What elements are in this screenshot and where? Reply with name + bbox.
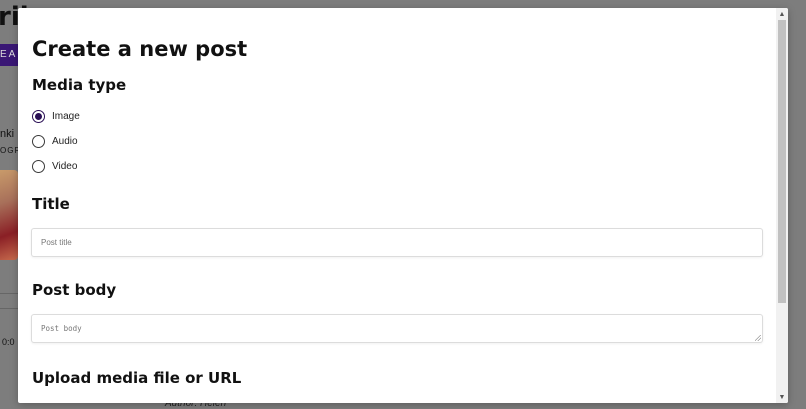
scroll-up-icon[interactable]: ▲ [776,8,788,20]
background-divider [0,308,18,309]
scrollbar-thumb[interactable] [778,20,786,303]
media-type-heading: Media type [32,76,127,94]
background-button: EAM [0,44,20,66]
upload-media-heading: Upload media file or URL [32,369,242,387]
scroll-down-icon[interactable]: ▼ [776,391,788,403]
background-card-title: nki [0,128,15,140]
post-body-placeholder: Post body [41,324,82,333]
modal-content: Create a new post Media type Image Audio… [18,8,776,403]
radio-button-audio[interactable] [32,135,45,148]
background-divider [0,293,18,294]
radio-button-image[interactable] [32,110,45,123]
modal-title: Create a new post [32,37,248,61]
post-body-textarea[interactable]: Post body [31,314,763,343]
radio-option-video[interactable]: Video [32,160,77,173]
radio-button-video[interactable] [32,160,45,173]
background-thumbnail-image [0,170,18,260]
post-title-placeholder: Post title [41,238,72,247]
modal-scrollbar[interactable]: ▲ ▼ [776,8,788,403]
title-heading: Title [32,195,70,213]
radio-option-audio[interactable]: Audio [32,135,78,148]
post-title-input[interactable]: Post title [31,228,763,257]
radio-label-image: Image [52,111,80,122]
radio-option-image[interactable]: Image [32,110,80,123]
background-timestamp: 0:0 [2,337,15,347]
radio-label-video: Video [52,161,78,172]
resize-handle-icon[interactable] [755,335,761,341]
create-post-modal: Create a new post Media type Image Audio… [18,8,788,403]
post-body-heading: Post body [32,281,117,299]
radio-label-audio: Audio [52,136,78,147]
